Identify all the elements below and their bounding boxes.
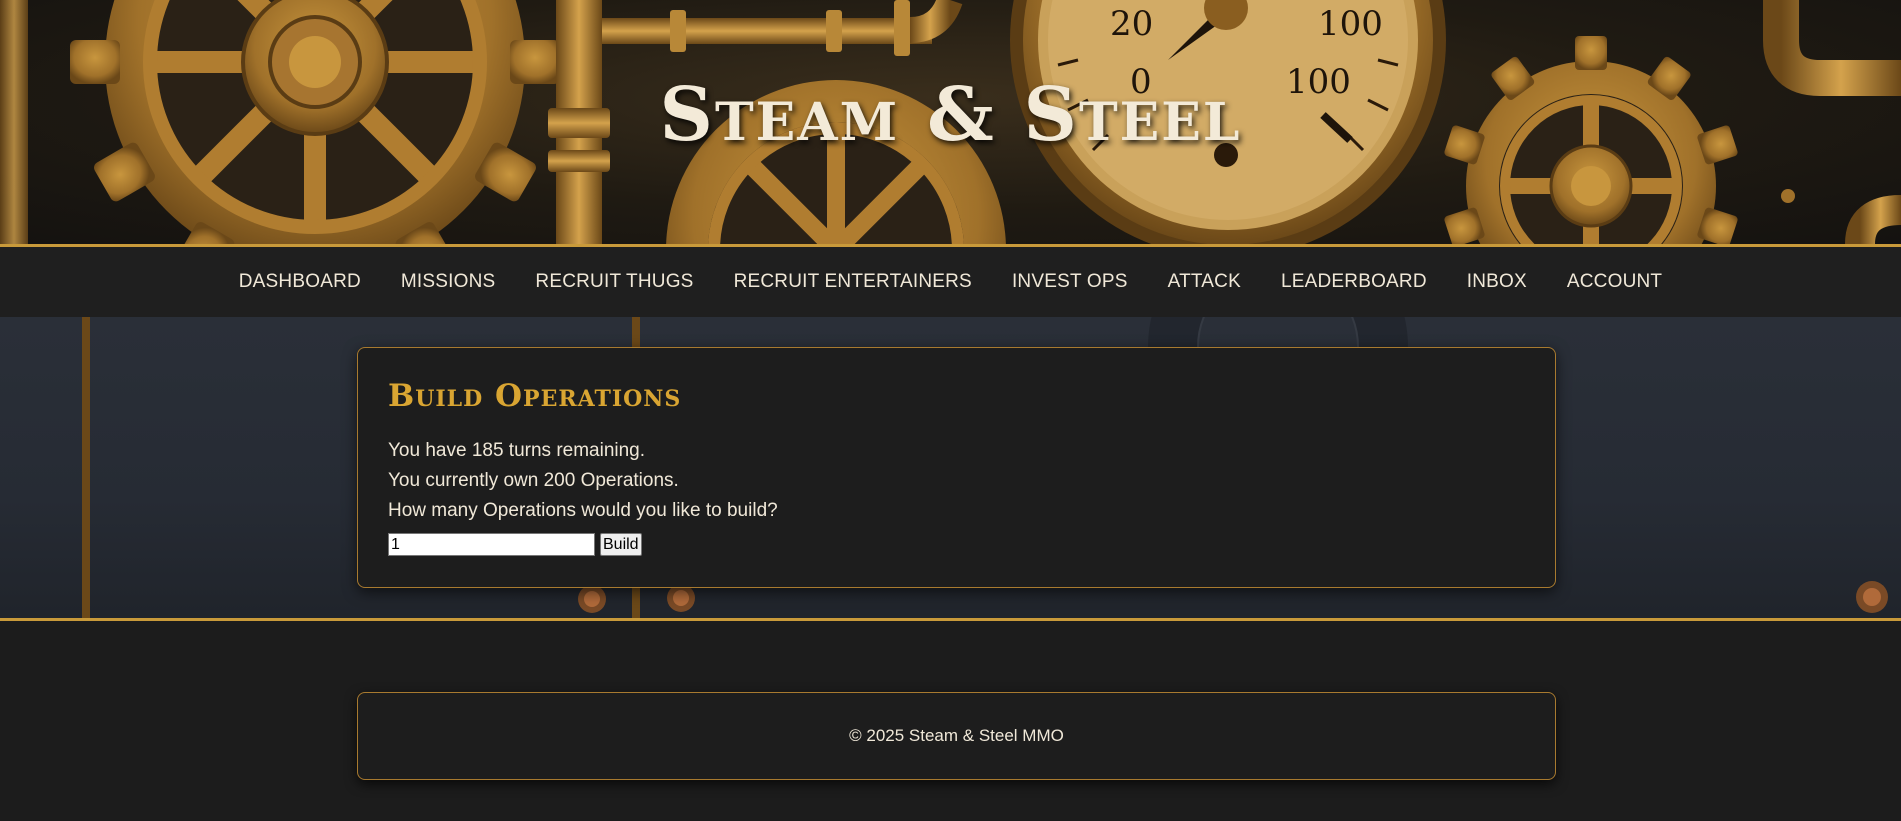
nav-recruit-entertainers[interactable]: RECRUIT ENTERTAINERS [714,247,992,317]
build-button[interactable]: Build [600,533,642,556]
header-banner: 20 100 0 100 Steam & Steel [0,0,1901,244]
nav-attack[interactable]: ATTACK [1148,247,1261,317]
nav-account[interactable]: ACCOUNT [1547,247,1682,317]
build-form: Build [388,533,1525,556]
nav-inbox[interactable]: INBOX [1447,247,1547,317]
nav-missions[interactable]: MISSIONS [381,247,516,317]
footer: © 2025 Steam & Steel MMO [357,692,1556,780]
nav-leaderboard[interactable]: LEADERBOARD [1261,247,1447,317]
nav-dashboard[interactable]: DASHBOARD [219,247,381,317]
build-operations-panel: Build Operations You have 185 turns rema… [357,347,1556,588]
main-nav: DASHBOARD MISSIONS RECRUIT THUGS RECRUIT… [0,247,1901,317]
nav-invest-ops[interactable]: INVEST OPS [992,247,1148,317]
site-title: Steam & Steel [659,72,1242,158]
quantity-input[interactable] [388,533,595,556]
panel-heading: Build Operations [388,378,682,414]
nav-recruit-thugs[interactable]: RECRUIT THUGS [515,247,713,317]
copyright-text: © 2025 Steam & Steel MMO [849,726,1064,745]
turns-remaining-text: You have 185 turns remaining. [388,440,646,461]
build-question-text: How many Operations would you like to bu… [388,500,778,521]
operations-owned-text: You currently own 200 Operations. [388,470,679,491]
gauge-label-100-top: 100 [1318,4,1383,44]
gauge-label-20: 20 [1110,4,1153,44]
